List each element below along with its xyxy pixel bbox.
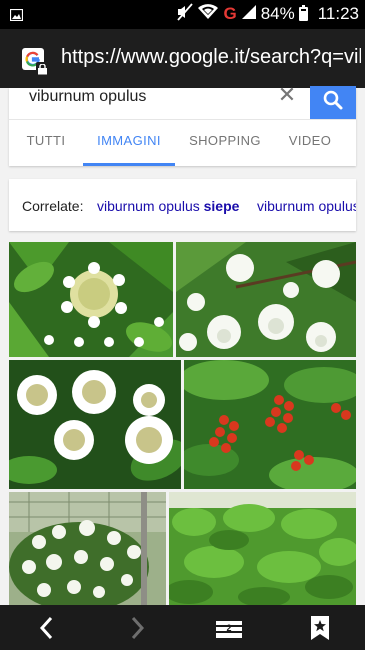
- tabs-button[interactable]: 2: [214, 613, 244, 643]
- image-result[interactable]: [9, 360, 181, 489]
- related-label: Correlate:: [22, 198, 84, 214]
- forward-button[interactable]: [122, 613, 152, 643]
- image-result[interactable]: [169, 492, 356, 605]
- image-result[interactable]: [176, 242, 356, 357]
- tab-video[interactable]: VIDEO: [275, 120, 345, 164]
- image-lacecap-white-flower: [9, 242, 173, 357]
- image-lacecap-flower-clusters: [9, 360, 181, 489]
- url-bar[interactable]: https://www.google.it/search?q=viburnum+…: [0, 29, 365, 88]
- search-tabs: TUTTI IMMAGINI SHOPPING VIDEO: [9, 119, 356, 167]
- clear-search-button[interactable]: ✕: [275, 84, 299, 108]
- search-button[interactable]: [310, 86, 356, 119]
- network-type: G: [223, 4, 237, 23]
- related-chip[interactable]: viburnum opulus siepe: [97, 198, 239, 214]
- image-snowball-bush: [9, 492, 166, 605]
- bookmarks-button[interactable]: [305, 613, 335, 643]
- chip-text: viburnum opulus: [257, 198, 356, 214]
- battery-percent: 84%: [260, 4, 295, 23]
- clock: 11:23: [317, 4, 359, 23]
- image-result[interactable]: [9, 492, 166, 605]
- status-indicators: G 84% 11:23: [177, 2, 359, 26]
- close-icon: ✕: [277, 82, 297, 107]
- image-notification-icon: [9, 8, 24, 26]
- bookmark-icon: [311, 616, 329, 640]
- chip-bold-text: siepe: [203, 198, 240, 214]
- tab-tutti[interactable]: TUTTI: [9, 120, 83, 164]
- tabs-icon: 2: [216, 621, 242, 638]
- related-chip[interactable]: viburnum opulus: [257, 198, 356, 214]
- url-text[interactable]: https://www.google.it/search?q=viburnum+…: [61, 46, 361, 69]
- mute-icon: [177, 2, 194, 26]
- search-input[interactable]: viburnum opulus: [29, 88, 146, 106]
- search-icon: [323, 90, 343, 110]
- back-button[interactable]: [32, 613, 62, 643]
- image-result[interactable]: [184, 360, 356, 489]
- chip-text: viburnum opulus: [97, 198, 204, 214]
- image-red-berries: [184, 360, 356, 489]
- related-searches: Correlate: viburnum opulus siepe viburnu…: [9, 179, 356, 231]
- wifi-icon: [197, 3, 219, 25]
- image-snowball-white-flowers: [176, 242, 356, 357]
- image-result[interactable]: [9, 242, 173, 357]
- signal-icon: [241, 4, 257, 25]
- back-icon: [39, 616, 53, 640]
- bottom-navigation: 2: [0, 605, 365, 650]
- lock-icon: [36, 62, 49, 75]
- battery-icon: [298, 5, 308, 21]
- search-card: viburnum opulus ✕ TUTTI IMMAGINI SHOPPIN…: [9, 84, 356, 167]
- active-tab-indicator: [83, 163, 175, 166]
- battery-level: [300, 10, 306, 19]
- tab-immagini[interactable]: IMMAGINI: [83, 120, 175, 164]
- svg-text:2: 2: [226, 623, 231, 633]
- forward-icon: [131, 616, 145, 640]
- image-green-hedge: [169, 492, 356, 605]
- tab-shopping[interactable]: SHOPPING: [175, 120, 275, 164]
- status-bar: G 84% 11:23: [0, 0, 365, 29]
